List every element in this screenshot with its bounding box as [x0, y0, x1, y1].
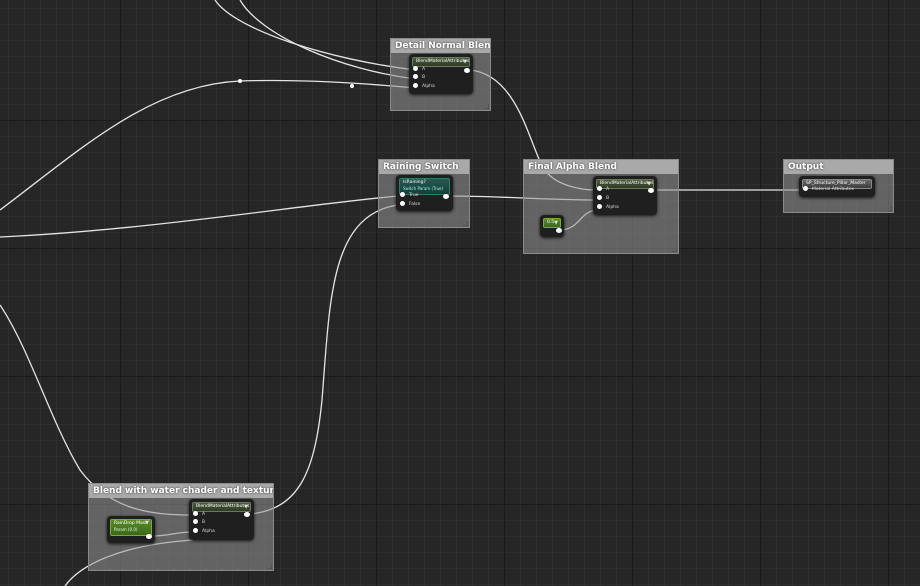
comment-title: Final Alpha Blend	[524, 160, 678, 174]
input-pin-false[interactable]: False	[400, 201, 420, 209]
pin-icon	[413, 66, 418, 71]
input-pin-b[interactable]: B	[413, 74, 425, 82]
input-pin-material-attributes[interactable]: Material Attributes	[803, 186, 854, 194]
pin-label: True	[409, 193, 419, 198]
resize-grip[interactable]	[267, 564, 272, 569]
pin-label: Alpha	[422, 84, 435, 89]
input-pin-true[interactable]: True	[400, 192, 419, 200]
collapse-arrow-icon[interactable]: ▼	[463, 58, 467, 66]
node-header: 0.5 ▼	[543, 218, 561, 228]
collapse-arrow-icon[interactable]: ▼	[554, 219, 558, 227]
pin-label: A	[606, 187, 610, 192]
collapse-arrow-icon[interactable]: ▼	[145, 520, 149, 526]
pin-icon	[597, 186, 602, 191]
pin-icon	[400, 192, 405, 197]
constant-node[interactable]: 0.5 ▼	[540, 215, 564, 237]
pin-icon	[803, 186, 808, 191]
reroute-knot	[238, 79, 242, 83]
input-pin-a[interactable]: A	[193, 511, 205, 519]
comment-title: Raining Switch	[379, 160, 469, 174]
resize-grip[interactable]	[887, 206, 892, 211]
node-title: BlendMaterialAttributes	[196, 504, 250, 509]
blend-node-final[interactable]: BlendMaterialAttributes ▼ A B Alpha	[593, 176, 657, 215]
pin-icon	[193, 519, 198, 524]
input-pin-alpha[interactable]: Alpha	[597, 204, 619, 212]
output-pin[interactable]	[443, 194, 449, 199]
switch-node-raining[interactable]: IsRaining? Switch Param (True) True Fals…	[396, 175, 453, 211]
blend-node-water[interactable]: BlendMaterialAttributes ▼ A B Alpha	[189, 499, 254, 540]
pin-label: Alpha	[606, 205, 619, 210]
pin-label: A	[422, 67, 426, 72]
output-pin[interactable]	[146, 534, 152, 539]
pin-icon	[193, 528, 198, 533]
node-title: RainDrop Mask	[114, 521, 148, 526]
pin-icon	[413, 83, 418, 88]
comment-title: Detail Normal Blend	[391, 39, 490, 53]
input-pin-a[interactable]: A	[413, 66, 425, 74]
input-pin-alpha[interactable]: Alpha	[193, 528, 215, 536]
pin-icon	[193, 511, 198, 516]
input-pin-b[interactable]: B	[597, 195, 609, 203]
input-pin-b[interactable]: B	[193, 519, 205, 527]
node-header: RainDrop Mask Param (0.0) ▼	[110, 519, 152, 536]
resize-grip[interactable]	[463, 221, 468, 226]
comment-title: Output	[784, 160, 893, 174]
constant-value: 0.5	[547, 220, 555, 225]
resize-grip[interactable]	[484, 104, 489, 109]
node-title: IsRaining?	[403, 180, 426, 185]
raindrop-mask-param-node[interactable]: RainDrop Mask Param (0.0) ▼	[107, 516, 155, 543]
output-node[interactable]: SP_Structure_Pillar_Master Material Attr…	[799, 176, 875, 197]
output-pin[interactable]	[648, 188, 654, 193]
pin-icon	[597, 195, 602, 200]
comment-title: Blend with water chader and textures	[89, 484, 273, 498]
pin-label: B	[202, 520, 206, 525]
node-title: BlendMaterialAttributes	[416, 59, 470, 64]
blend-node-detail[interactable]: BlendMaterialAttributes ▼ A B Alpha	[409, 54, 473, 94]
pin-label: B	[422, 75, 426, 80]
pin-icon	[400, 201, 405, 206]
pin-label: A	[202, 512, 206, 517]
pin-label: False	[409, 202, 421, 207]
resize-grip[interactable]	[672, 247, 677, 252]
output-pin[interactable]	[244, 512, 250, 517]
output-pin[interactable]	[464, 68, 470, 73]
wire	[248, 204, 399, 515]
output-pin[interactable]	[556, 228, 562, 233]
collapse-arrow-icon[interactable]: ▼	[244, 503, 248, 511]
reroute-knot	[350, 84, 354, 88]
pin-icon	[597, 204, 602, 209]
material-graph-canvas[interactable]: Detail Normal Blend BlendMaterialAttribu…	[0, 0, 920, 586]
pin-label: B	[606, 196, 610, 201]
input-pin-a[interactable]: A	[597, 186, 609, 194]
node-subtitle: Param (0.0)	[114, 527, 138, 532]
pin-label: Alpha	[202, 529, 215, 534]
pin-icon	[413, 74, 418, 79]
pin-label: Material Attributes	[812, 187, 854, 192]
wire	[0, 79, 417, 211]
wire	[214, 0, 417, 71]
wire	[0, 195, 399, 238]
collapse-arrow-icon[interactable]: ▼	[647, 180, 651, 188]
input-pin-alpha[interactable]: Alpha	[413, 83, 435, 91]
